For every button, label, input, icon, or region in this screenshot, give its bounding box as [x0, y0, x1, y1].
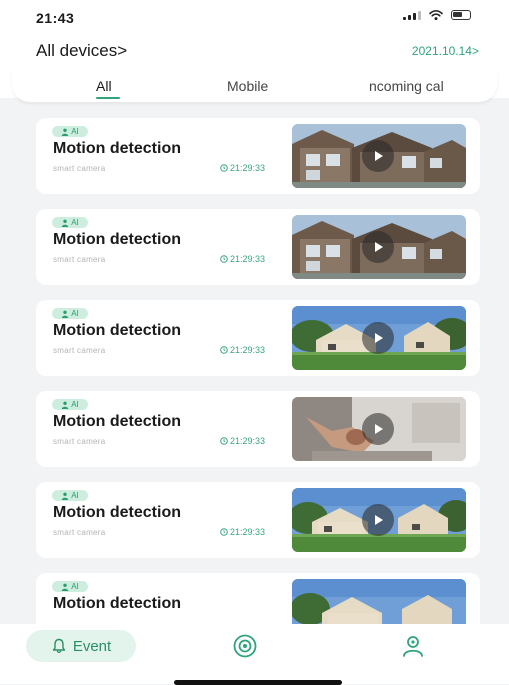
- nav-event-tab[interactable]: Event: [26, 630, 136, 662]
- ai-badge: AI: [52, 581, 88, 592]
- event-thumbnail[interactable]: [292, 488, 466, 552]
- event-title: Motion detection: [53, 413, 181, 430]
- all-devices-selector[interactable]: All devices>: [36, 41, 127, 61]
- play-button[interactable]: [362, 231, 394, 263]
- badge-label: AI: [71, 582, 79, 591]
- person-icon: [62, 219, 69, 227]
- event-time-text: 21:29:33: [230, 254, 266, 264]
- ai-badge: AI: [52, 217, 88, 228]
- event-device: smart camera: [53, 528, 106, 537]
- tab-all[interactable]: All: [96, 78, 112, 94]
- play-icon: [375, 333, 383, 343]
- play-icon: [375, 424, 383, 434]
- ai-badge: AI: [52, 490, 88, 501]
- event-card[interactable]: AI Motion detection smart camera 21:29:3…: [36, 209, 480, 285]
- event-title: Motion detection: [53, 140, 181, 157]
- header-date: 2021.10.14: [411, 44, 472, 58]
- status-icons: [403, 9, 471, 21]
- badge-label: AI: [71, 309, 79, 318]
- event-time-text: 21:29:33: [230, 436, 266, 446]
- tab-mobile[interactable]: Mobile: [227, 78, 268, 94]
- event-time-text: 21:29:33: [230, 345, 266, 355]
- bottom-nav: Event: [0, 624, 509, 684]
- home-indicator: [174, 680, 342, 685]
- event-device: smart camera: [53, 346, 106, 355]
- event-time: 21:29:33: [220, 527, 265, 537]
- play-icon: [375, 151, 383, 161]
- play-button[interactable]: [362, 322, 394, 354]
- play-button[interactable]: [362, 140, 394, 172]
- event-thumbnail[interactable]: [292, 124, 466, 188]
- event-time-text: 21:29:33: [230, 163, 266, 173]
- badge-label: AI: [71, 400, 79, 409]
- event-card[interactable]: AI Motion detection smart camera 21:29:3…: [36, 300, 480, 376]
- house-lawn-image: [292, 579, 466, 624]
- event-time: 21:29:33: [220, 254, 265, 264]
- wifi-icon: [429, 10, 443, 21]
- header-title: All devices: [36, 41, 118, 60]
- filter-tabs: All Mobile ncoming cal: [12, 72, 497, 102]
- event-time-text: 21:29:33: [230, 527, 266, 537]
- active-tab-indicator: [96, 97, 120, 99]
- person-icon: [62, 310, 69, 318]
- badge-label: AI: [71, 218, 79, 227]
- status-bar: 21:43: [0, 0, 509, 36]
- camera-lens-icon[interactable]: [232, 633, 258, 659]
- person-icon: [62, 583, 69, 591]
- event-thumbnail[interactable]: [292, 215, 466, 279]
- header: All devices> 2021.10.14> All Mobile ncom…: [0, 36, 509, 102]
- clock-icon: [220, 164, 228, 172]
- event-card[interactable]: AI Motion detection smart camera 21:29:3…: [36, 118, 480, 194]
- profile-icon[interactable]: [400, 633, 426, 659]
- event-time: 21:29:33: [220, 345, 265, 355]
- tab-incoming-call[interactable]: ncoming cal: [369, 78, 444, 94]
- event-device: smart camera: [53, 164, 106, 173]
- status-time: 21:43: [36, 10, 75, 26]
- person-icon: [62, 401, 69, 409]
- play-icon: [375, 515, 383, 525]
- play-button[interactable]: [362, 504, 394, 536]
- event-card[interactable]: AI Motion detection: [36, 573, 480, 624]
- battery-icon: [451, 10, 471, 20]
- ai-badge: AI: [52, 399, 88, 410]
- event-thumbnail[interactable]: [292, 397, 466, 461]
- event-device: smart camera: [53, 437, 106, 446]
- person-icon: [62, 128, 69, 136]
- event-title: Motion detection: [53, 595, 181, 612]
- event-card[interactable]: AI Motion detection smart camera 21:29:3…: [36, 391, 480, 467]
- event-feed[interactable]: AI Motion detection smart camera 21:29:3…: [0, 104, 509, 624]
- date-selector[interactable]: 2021.10.14>: [412, 44, 479, 58]
- event-card[interactable]: AI Motion detection smart camera 21:29:3…: [36, 482, 480, 558]
- clock-icon: [220, 437, 228, 445]
- event-thumbnail[interactable]: [292, 306, 466, 370]
- event-time: 21:29:33: [220, 163, 265, 173]
- header-title-chevron: >: [117, 41, 128, 60]
- bell-icon: [52, 638, 66, 654]
- event-time: 21:29:33: [220, 436, 265, 446]
- badge-label: AI: [71, 491, 79, 500]
- badge-label: AI: [71, 127, 79, 136]
- cellular-signal-icon: [403, 10, 421, 20]
- header-date-chevron: >: [471, 44, 479, 58]
- event-title: Motion detection: [53, 231, 181, 248]
- event-title: Motion detection: [53, 504, 181, 521]
- clock-icon: [220, 346, 228, 354]
- event-device: smart camera: [53, 255, 106, 264]
- ai-badge: AI: [52, 126, 88, 137]
- event-thumbnail[interactable]: [292, 579, 466, 624]
- play-button[interactable]: [362, 413, 394, 445]
- clock-icon: [220, 528, 228, 536]
- person-icon: [62, 492, 69, 500]
- nav-event-label: Event: [72, 637, 112, 655]
- event-title: Motion detection: [53, 322, 181, 339]
- play-icon: [375, 242, 383, 252]
- ai-badge: AI: [52, 308, 88, 319]
- clock-icon: [220, 255, 228, 263]
